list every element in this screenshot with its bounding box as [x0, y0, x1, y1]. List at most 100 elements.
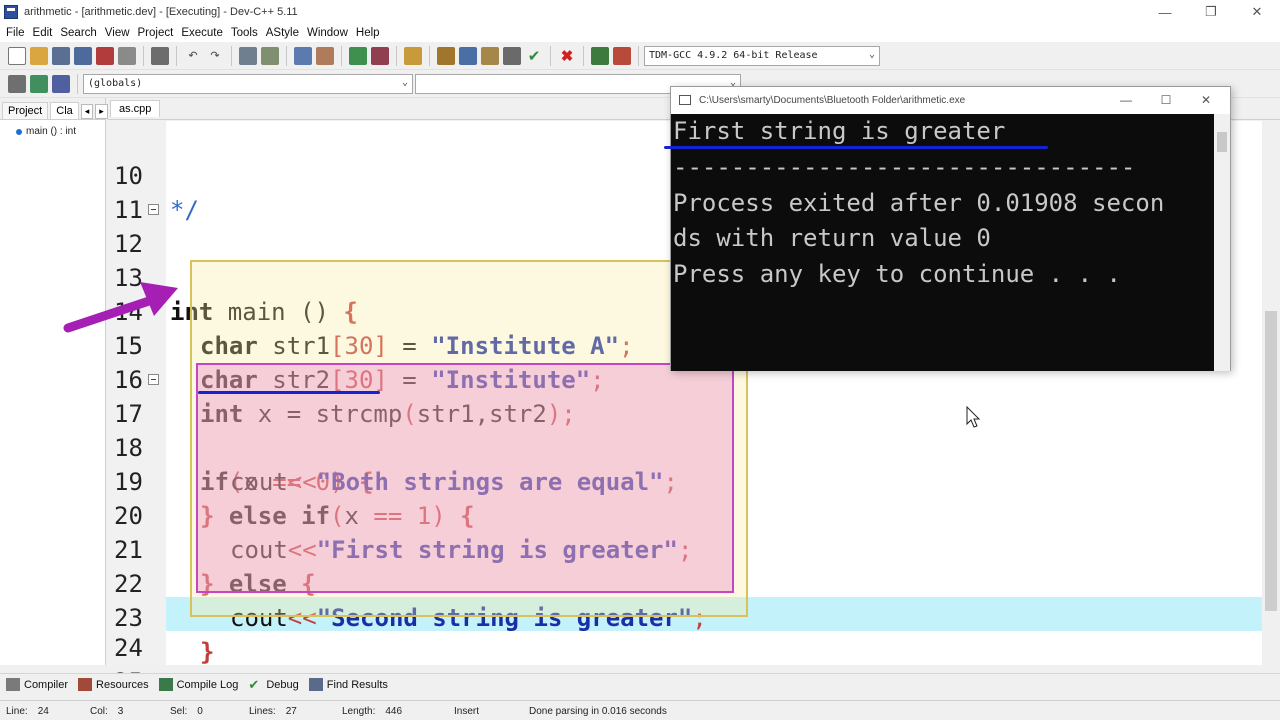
bottom-panel-tabs: Compiler Resources Compile Log ✔ Debug F…: [0, 673, 1280, 695]
console-close-button[interactable]: ✕: [1186, 93, 1226, 107]
window-controls: — ❐ ✕: [1142, 0, 1280, 24]
class-tree-item-label: main () : int: [26, 126, 77, 137]
save-all-icon[interactable]: [74, 46, 92, 65]
status-label: Col:: [90, 706, 108, 717]
status-label: Line:: [6, 706, 28, 717]
status-col: Col: 3: [90, 706, 123, 717]
toggle-bookmark-icon[interactable]: [30, 74, 48, 93]
syntax-check-icon[interactable]: ✔: [525, 47, 543, 65]
title-bar: arithmetic - [arithmetic.dev] - [Executi…: [0, 0, 1280, 24]
compile-run-icon[interactable]: [481, 46, 499, 65]
scope-select[interactable]: (globals) ⌄: [83, 73, 413, 94]
devcpp-app-icon: [4, 5, 18, 19]
bar-chart-icon: [158, 678, 173, 691]
toolbar-separator: [550, 45, 551, 66]
tab-compile-log[interactable]: Compile Log: [158, 678, 238, 691]
bookmark-icon[interactable]: [316, 46, 334, 65]
replace-icon[interactable]: [261, 46, 279, 65]
redo-icon[interactable]: ↷: [206, 47, 224, 65]
compiler-select-value: TDM-GCC 4.9.2 64-bit Release: [649, 50, 818, 61]
remove-from-project-icon[interactable]: [371, 46, 389, 65]
tab-debug[interactable]: ✔ Debug: [248, 678, 298, 691]
console-scrollbar[interactable]: [1214, 114, 1230, 371]
menu-window[interactable]: Window: [305, 27, 354, 39]
run-icon[interactable]: [459, 46, 477, 65]
project-browser-panel: Project Cla ◂ ▸ main () : int: [0, 98, 108, 665]
tab-compiler[interactable]: Compiler: [6, 678, 68, 691]
status-value: 27: [285, 706, 297, 717]
tab-label: Debug: [266, 678, 299, 691]
scrollbar-thumb[interactable]: [1217, 132, 1227, 152]
goto-bookmark-icon[interactable]: [52, 74, 70, 93]
menu-project[interactable]: Project: [136, 27, 180, 39]
scrollbar-thumb[interactable]: [1265, 311, 1277, 611]
close-button[interactable]: ✕: [1234, 0, 1280, 24]
tab-scroll-right-button[interactable]: ▸: [95, 104, 108, 119]
tab-classes[interactable]: Cla: [50, 102, 79, 119]
delete-profile-icon[interactable]: [613, 46, 631, 65]
project-options-icon[interactable]: [404, 46, 422, 65]
compiler-icon: [6, 678, 20, 691]
compiler-select[interactable]: TDM-GCC 4.9.2 64-bit Release ⌄: [644, 45, 880, 66]
status-value: 446: [385, 706, 403, 717]
fold-toggle-icon[interactable]: [148, 374, 159, 385]
console-icon: [679, 95, 691, 105]
status-label: Length:: [342, 706, 376, 717]
rebuild-icon[interactable]: [503, 46, 521, 65]
code-line: 25: [108, 631, 1262, 696]
print-icon[interactable]: [151, 46, 169, 65]
annotation-underline: [664, 146, 1048, 149]
toolbar-separator: [341, 45, 342, 66]
menu-execute[interactable]: Execute: [179, 27, 229, 39]
toolbar-separator: [143, 45, 144, 66]
profile-chart-icon[interactable]: [591, 46, 609, 65]
editor-vertical-scrollbar[interactable]: [1262, 121, 1280, 665]
browser-tabs: Project Cla ◂ ▸: [0, 98, 108, 120]
status-bar: Line: 24 Col: 3 Sel: 0 Lines: 27 Length: 446 …: [0, 700, 1280, 720]
close-file-icon[interactable]: [96, 46, 114, 65]
goto-line-icon[interactable]: [294, 46, 312, 65]
new-file-icon[interactable]: [8, 46, 26, 65]
tab-project[interactable]: Project: [2, 102, 49, 119]
menu-view[interactable]: View: [103, 27, 136, 39]
menu-tools[interactable]: Tools: [229, 27, 264, 39]
minimize-button[interactable]: —: [1142, 0, 1188, 24]
menu-help[interactable]: Help: [354, 27, 386, 39]
console-minimize-button[interactable]: —: [1106, 93, 1146, 107]
status-label: Sel:: [170, 706, 188, 717]
console-maximize-button[interactable]: ☐: [1146, 93, 1186, 107]
close-all-icon[interactable]: [118, 46, 136, 65]
status-length: Length: 446: [342, 706, 402, 717]
menu-bar: File Edit Search View Project Execute To…: [0, 24, 1280, 42]
status-sel: Sel: 0: [170, 706, 203, 717]
annotation-underline: [198, 391, 380, 394]
annotation-arrow-icon: [63, 282, 178, 333]
menu-astyle[interactable]: AStyle: [264, 27, 305, 39]
tab-resources[interactable]: Resources: [78, 678, 149, 691]
compile-icon[interactable]: [437, 46, 455, 65]
find-icon[interactable]: [239, 46, 257, 65]
console-output: First string is greater ----------------…: [671, 114, 1216, 371]
tab-label: Resources: [96, 678, 149, 691]
maximize-button[interactable]: ❐: [1188, 0, 1234, 24]
menu-search[interactable]: Search: [58, 27, 102, 39]
tab-scroll-left-button[interactable]: ◂: [80, 104, 94, 119]
add-to-project-icon[interactable]: [349, 46, 367, 65]
status-line: Line: 24: [6, 706, 49, 717]
open-folder-icon[interactable]: [30, 46, 48, 65]
status-mode: Insert: [454, 706, 480, 717]
menu-edit[interactable]: Edit: [31, 27, 59, 39]
class-tree-item-main[interactable]: main () : int: [16, 126, 105, 137]
main-toolbar: ↶ ↷ ✔ ✖ TDM-GCC 4.9.2 64-bit Release ⌄: [0, 42, 1280, 70]
annotation-highlight-box: [196, 363, 734, 593]
insert-icon[interactable]: [8, 74, 26, 93]
tab-find-results[interactable]: Find Results: [308, 678, 388, 691]
save-icon[interactable]: [52, 46, 70, 65]
stop-execution-icon[interactable]: ✖: [558, 47, 576, 65]
scope-select-value: (globals): [88, 78, 143, 89]
fold-toggle-icon[interactable]: [148, 204, 159, 215]
editor-tab-as-cpp[interactable]: as.cpp: [110, 100, 161, 117]
menu-file[interactable]: File: [4, 27, 31, 39]
undo-icon[interactable]: ↶: [184, 47, 202, 65]
console-window[interactable]: C:\Users\smarty\Documents\Bluetooth Fold…: [670, 86, 1231, 371]
